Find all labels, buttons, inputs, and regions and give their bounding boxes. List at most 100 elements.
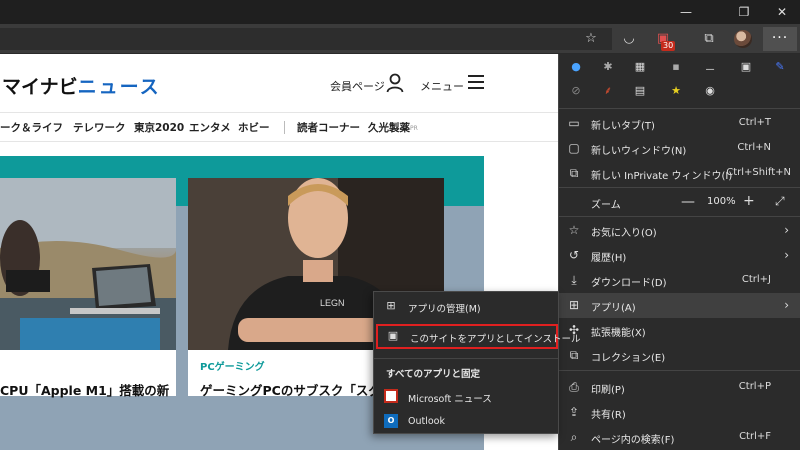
reader-ext-icon[interactable]: ▦ bbox=[633, 60, 647, 74]
extension-badge: 30 bbox=[661, 41, 676, 51]
new-window-icon: ▢ bbox=[568, 141, 580, 155]
menu-label: アプリ(A) bbox=[591, 303, 636, 314]
apps-icon: ⊞ bbox=[568, 298, 580, 312]
nav-item-hobby[interactable]: ホビー bbox=[238, 120, 270, 135]
nav-divider bbox=[284, 121, 285, 134]
submenu-item-microsoft-news[interactable]: Microsoft ニュース bbox=[374, 384, 560, 409]
collections-icon[interactable]: ⧉ bbox=[698, 29, 720, 49]
site-logo[interactable]: マイナビニュース bbox=[2, 72, 161, 99]
close-button[interactable]: ✕ bbox=[760, 0, 800, 24]
nav-item-worklife[interactable]: ーク＆ライフ bbox=[0, 120, 63, 135]
find-in-page-icon: ⌕ bbox=[570, 430, 578, 444]
menu-item-history[interactable]: ↺ 履歴(H) › bbox=[559, 243, 800, 268]
address-bar[interactable] bbox=[0, 28, 612, 50]
menu-separator bbox=[559, 187, 800, 188]
menu-item-extensions[interactable]: ✣ 拡張機能(X) bbox=[559, 318, 800, 343]
block-ext-icon[interactable]: ⊘ bbox=[569, 84, 583, 98]
menu-label: 新しいタブ(T) bbox=[591, 121, 655, 132]
star-ext-icon[interactable]: ★ bbox=[669, 84, 683, 98]
menu-shortcut: Ctrl+P bbox=[738, 381, 771, 392]
article-image-photographer[interactable] bbox=[0, 178, 177, 350]
menu-label: 印刷(P) bbox=[591, 385, 625, 396]
menu-label: ダウンロード(D) bbox=[591, 278, 667, 289]
menu-label: 拡張機能(X) bbox=[591, 328, 646, 339]
submenu-item-install-site[interactable]: ▣ このサイトをアプリとしてインストール bbox=[376, 324, 581, 349]
menu-item-favorites[interactable]: ☆ お気に入り(O) › bbox=[559, 218, 800, 243]
menu-label: ズーム bbox=[591, 200, 621, 211]
apps-manage-icon: ⊞ bbox=[386, 299, 396, 312]
chevron-right-icon: › bbox=[784, 298, 789, 312]
menu-item-print[interactable]: ⎙ 印刷(P) Ctrl+P bbox=[559, 375, 800, 400]
hamburger-icon[interactable] bbox=[468, 75, 484, 89]
grid-ext-icon[interactable]: ▤ bbox=[633, 84, 647, 98]
menu-item-zoom: ズーム — 100% + ⤢ bbox=[559, 190, 800, 215]
logo-main-text: マイナビ bbox=[2, 76, 78, 98]
zoom-out-button[interactable]: — bbox=[681, 194, 695, 210]
menu-item-share[interactable]: ⇪ 共有(R) bbox=[559, 400, 800, 425]
favorites-star-icon: ☆ bbox=[568, 223, 580, 237]
card-title[interactable]: CPU「Apple M1」搭載の新 bbox=[0, 380, 169, 399]
menu-item-new-inprivate[interactable]: ⧉ 新しい InPrivate ウィンドウ(I) Ctrl+Shift+N bbox=[559, 161, 800, 186]
apps-submenu: ⊞ アプリの管理(M) ▣ このサイトをアプリとしてインストール すべてのアプリ… bbox=[373, 291, 581, 434]
menu-separator bbox=[559, 216, 800, 217]
menu-shortcut: Ctrl+Shift+N bbox=[726, 167, 791, 178]
ext-icon-5[interactable]: ⚊ bbox=[703, 60, 717, 74]
submenu-label: このサイトをアプリとしてインストール bbox=[410, 334, 581, 345]
nav-item-entertainment[interactable]: エンタメ bbox=[189, 120, 231, 135]
menu-separator bbox=[559, 370, 800, 371]
minimize-button[interactable]: — bbox=[664, 0, 708, 24]
pocket-icon[interactable]: ◡ bbox=[618, 29, 640, 49]
submenu-item-manage-apps[interactable]: ⊞ アプリの管理(M) bbox=[374, 294, 560, 319]
ext-icon-6[interactable]: ▣ bbox=[739, 60, 753, 74]
menu-item-downloads[interactable]: ⤓ ダウンロード(D) Ctrl+J bbox=[559, 268, 800, 293]
menu-item-find[interactable]: ⌕ ページ内の検索(F) Ctrl+F bbox=[559, 425, 800, 450]
settings-more-button[interactable]: ··· bbox=[763, 27, 797, 51]
submenu-item-outlook[interactable]: O Outlook bbox=[374, 409, 560, 434]
water-drop-icon[interactable]: ● bbox=[569, 60, 583, 74]
fullscreen-icon[interactable]: ⤢ bbox=[775, 194, 785, 209]
person-icon[interactable] bbox=[386, 73, 404, 93]
profile-avatar[interactable] bbox=[734, 30, 752, 48]
card-category[interactable]: PCゲーミング bbox=[200, 358, 265, 373]
nav-item-readers[interactable]: 読者コーナー bbox=[297, 120, 360, 135]
inprivate-icon: ⧉ bbox=[569, 166, 579, 180]
feather-ext-icon[interactable]: ⸙ bbox=[601, 84, 615, 98]
member-page-link[interactable]: 会員ページ bbox=[330, 78, 385, 94]
settings-menu: ● ✱ ▦ ▪ ⚊ ▣ ✎ ⊘ ⸙ ▤ ★ ◉ ▭ 新しいタブ(T) Ctrl+… bbox=[558, 54, 800, 450]
nav-item-telework[interactable]: テレワーク bbox=[73, 120, 126, 135]
menu-label: お気に入り(O) bbox=[591, 228, 657, 239]
chevron-right-icon: › bbox=[784, 223, 789, 237]
menu-link[interactable]: メニュー bbox=[420, 78, 464, 94]
menu-separator bbox=[559, 108, 800, 109]
puzzle-ext-icon[interactable]: ✱ bbox=[601, 60, 615, 74]
install-app-icon: ▣ bbox=[387, 329, 399, 342]
menu-label: 履歴(H) bbox=[591, 253, 627, 264]
menu-shortcut: Ctrl+F bbox=[739, 431, 771, 442]
menu-label: ページ内の検索(F) bbox=[591, 435, 675, 446]
chevron-right-icon: › bbox=[784, 248, 789, 262]
menu-item-collections[interactable]: ⧉ コレクション(E) bbox=[559, 343, 800, 368]
category-nav: ーク＆ライフ テレワーク 東京2020 エンタメ ホビー 読者コーナー 久光製薬… bbox=[0, 112, 560, 142]
menu-item-new-window[interactable]: ▢ 新しいウィンドウ(N) Ctrl+N bbox=[559, 136, 800, 161]
nav-item-hisamitsu[interactable]: 久光製薬 bbox=[368, 120, 410, 135]
logo-news-text: ニュース bbox=[77, 76, 161, 98]
pr-label: PR bbox=[410, 125, 418, 132]
menu-label: 共有(R) bbox=[591, 410, 626, 421]
history-icon: ↺ bbox=[568, 248, 580, 262]
nav-item-tokyo2020[interactable]: 東京2020 bbox=[134, 120, 184, 135]
zoom-in-button[interactable]: + bbox=[743, 193, 755, 209]
download-icon: ⤓ bbox=[571, 273, 577, 287]
pen-ext-icon[interactable]: ✎ bbox=[773, 60, 787, 74]
svg-text:LEGN: LEGN bbox=[320, 298, 345, 308]
zoom-value: 100% bbox=[707, 196, 736, 207]
article-card-1[interactable]: CPU「Apple M1」搭載の新 bbox=[0, 350, 176, 399]
collections-icon: ⧉ bbox=[569, 348, 579, 362]
menu-item-apps[interactable]: ⊞ アプリ(A) › bbox=[559, 293, 800, 318]
menu-separator bbox=[374, 358, 558, 359]
menu-item-new-tab[interactable]: ▭ 新しいタブ(T) Ctrl+T bbox=[559, 111, 800, 136]
circle-ext-icon[interactable]: ◉ bbox=[703, 84, 717, 98]
favorite-star-icon[interactable]: ☆ bbox=[580, 29, 602, 49]
new-tab-icon: ▭ bbox=[568, 116, 580, 130]
ext-icon-4[interactable]: ▪ bbox=[669, 60, 683, 74]
title-bar: — ❐ ✕ bbox=[0, 0, 800, 24]
